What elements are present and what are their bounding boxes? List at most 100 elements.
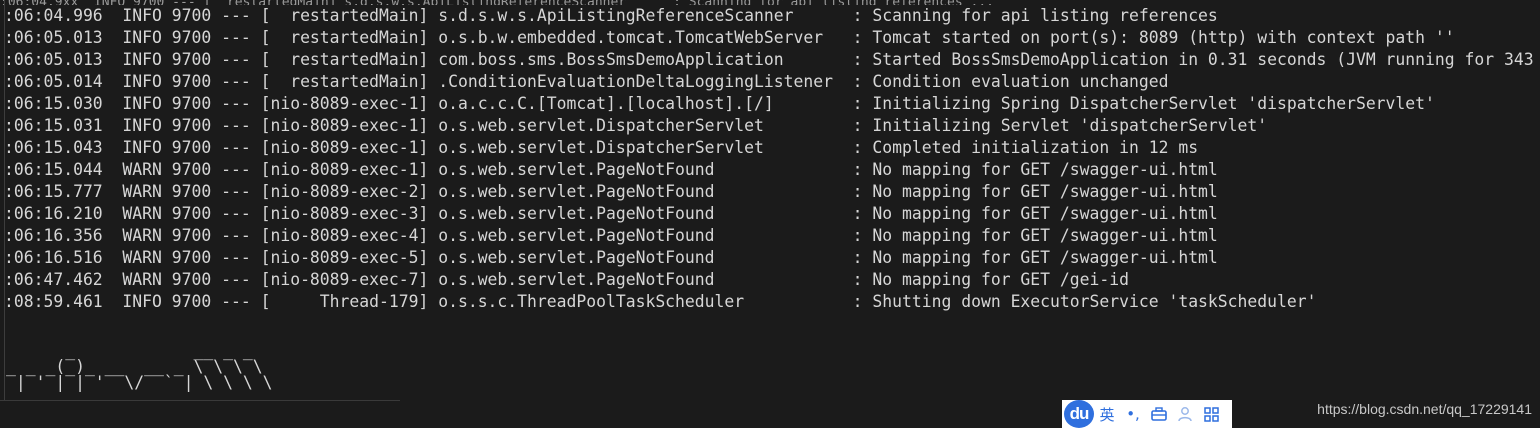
- log-message: : No mapping for GET /gei-id: [842, 270, 1129, 289]
- log-time: :06:15.044: [4, 160, 123, 179]
- baidu-ime-logo-icon[interactable]: du: [1064, 400, 1094, 428]
- log-line: :06:47.462 WARN 9700 --- [nio-8089-exec-…: [4, 269, 1534, 291]
- log-time: :06:15.777: [4, 182, 123, 201]
- status-strip: [0, 400, 1540, 428]
- log-pid: 9700: [171, 138, 222, 157]
- log-line: :08:59.461 INFO 9700 --- [ Thread-179] o…: [4, 291, 1534, 313]
- log-separator: ---: [221, 160, 261, 179]
- watermark-url: https://blog.csdn.net/qq_17229141: [1317, 401, 1532, 417]
- log-separator: ---: [221, 270, 261, 289]
- log-logger: o.s.web.servlet.DispatcherServlet: [438, 138, 843, 157]
- log-thread: [nio-8089-exec-2]: [260, 182, 439, 201]
- log-separator: ---: [221, 204, 261, 223]
- log-line: :06:15.031 INFO 9700 --- [nio-8089-exec-…: [4, 115, 1534, 137]
- log-logger: s.d.s.w.s.ApiListingReferenceScanner: [438, 6, 843, 25]
- log-logger: o.s.web.servlet.DispatcherServlet: [438, 116, 843, 135]
- log-time: :08:59.461: [4, 292, 123, 311]
- log-logger: o.s.s.c.ThreadPoolTaskScheduler: [438, 292, 843, 311]
- log-time: :06:15.031: [4, 116, 123, 135]
- log-level: WARN: [122, 182, 172, 201]
- log-thread: [nio-8089-exec-1]: [260, 94, 439, 113]
- log-line: :06:15.043 INFO 9700 --- [nio-8089-exec-…: [4, 137, 1534, 159]
- log-message: : Started BossSmsDemoApplication in 0.31…: [842, 50, 1534, 69]
- log-pid: 9700: [171, 116, 222, 135]
- log-line: :06:15.030 INFO 9700 --- [nio-8089-exec-…: [4, 93, 1534, 115]
- user-icon[interactable]: [1172, 406, 1198, 422]
- log-pid: 9700: [171, 204, 222, 223]
- log-line: :06:16.516 WARN 9700 --- [nio-8089-exec-…: [4, 247, 1534, 269]
- log-level: INFO: [122, 292, 172, 311]
- log-time: :06:05.014: [4, 72, 123, 91]
- log-separator: ---: [221, 138, 261, 157]
- log-logger: com.boss.sms.BossSmsDemoApplication: [438, 50, 843, 69]
- log-line: :06:05.013 INFO 9700 --- [ restartedMain…: [4, 49, 1534, 71]
- log-separator: ---: [221, 292, 261, 311]
- log-message: : Condition evaluation unchanged: [842, 72, 1169, 91]
- log-lines: :06:04.996 INFO 9700 --- [ restartedMain…: [4, 5, 1534, 313]
- log-time: :06:15.030: [4, 94, 123, 113]
- log-time: :06:05.013: [4, 28, 123, 47]
- log-thread: [nio-8089-exec-3]: [260, 204, 439, 223]
- console-output[interactable]: :06:04.9xx INFO 9700 --- [ restartedMain…: [0, 0, 1540, 428]
- ascii-banner: _ __ _ _ _ _ _(_)_ __ __ _ \ \ \ \ | ' |…: [6, 341, 273, 392]
- status-divider: [0, 400, 400, 401]
- log-thread: [nio-8089-exec-1]: [260, 138, 439, 157]
- log-separator: ---: [221, 94, 261, 113]
- log-level: WARN: [122, 226, 172, 245]
- log-line: :06:04.996 INFO 9700 --- [ restartedMain…: [4, 5, 1534, 27]
- ime-language-toggle[interactable]: 英: [1094, 404, 1120, 425]
- log-pid: 9700: [171, 50, 222, 69]
- log-time: :06:47.462: [4, 270, 123, 289]
- log-thread: [nio-8089-exec-7]: [260, 270, 439, 289]
- ime-punctuation-toggle[interactable]: •,: [1120, 405, 1146, 423]
- log-pid: 9700: [171, 226, 222, 245]
- log-separator: ---: [221, 28, 261, 47]
- log-thread: [ restartedMain]: [260, 6, 439, 25]
- log-separator: ---: [221, 6, 261, 25]
- log-thread: [nio-8089-exec-1]: [260, 116, 439, 135]
- log-separator: ---: [221, 72, 261, 91]
- log-message: : Scanning for api listing references: [842, 6, 1218, 25]
- log-pid: 9700: [171, 182, 222, 201]
- log-thread: [ restartedMain]: [260, 28, 439, 47]
- log-separator: ---: [221, 116, 261, 135]
- log-time: :06:04.996: [4, 6, 123, 25]
- log-level: INFO: [122, 50, 172, 69]
- log-thread: [nio-8089-exec-4]: [260, 226, 439, 245]
- log-line: :06:15.044 WARN 9700 --- [nio-8089-exec-…: [4, 159, 1534, 181]
- log-line: :06:05.014 INFO 9700 --- [ restartedMain…: [4, 71, 1534, 93]
- log-message: : No mapping for GET /swagger-ui.html: [842, 182, 1218, 201]
- log-thread: [ restartedMain]: [260, 72, 439, 91]
- log-level: WARN: [122, 160, 172, 179]
- log-message: : No mapping for GET /swagger-ui.html: [842, 248, 1218, 267]
- log-pid: 9700: [171, 248, 222, 267]
- log-message: : Initializing Servlet 'dispatcherServle…: [842, 116, 1268, 135]
- log-pid: 9700: [171, 28, 222, 47]
- log-message: : Completed initialization in 12 ms: [842, 138, 1199, 157]
- log-level: INFO: [122, 94, 172, 113]
- log-logger: o.s.web.servlet.PageNotFound: [438, 182, 843, 201]
- log-line: :06:05.013 INFO 9700 --- [ restartedMain…: [4, 27, 1534, 49]
- log-level: INFO: [122, 116, 172, 135]
- log-thread: [ restartedMain]: [260, 50, 439, 69]
- log-level: WARN: [122, 204, 172, 223]
- log-time: :06:16.356: [4, 226, 123, 245]
- grid-icon[interactable]: [1198, 406, 1224, 422]
- log-thread: [nio-8089-exec-1]: [260, 160, 439, 179]
- log-logger: o.s.b.w.embedded.tomcat.TomcatWebServer: [438, 28, 843, 47]
- log-message: : Shutting down ExecutorService 'taskSch…: [842, 292, 1317, 311]
- log-logger: o.s.web.servlet.PageNotFound: [438, 204, 843, 223]
- log-pid: 9700: [171, 270, 222, 289]
- log-time: :06:16.516: [4, 248, 123, 267]
- log-level: INFO: [122, 138, 172, 157]
- log-level: INFO: [122, 72, 172, 91]
- log-message: : No mapping for GET /swagger-ui.html: [842, 226, 1218, 245]
- log-line: :06:16.356 WARN 9700 --- [nio-8089-exec-…: [4, 225, 1534, 247]
- log-separator: ---: [221, 50, 261, 69]
- log-message: : No mapping for GET /swagger-ui.html: [842, 204, 1218, 223]
- toolbox-icon[interactable]: [1146, 407, 1172, 421]
- log-logger: .ConditionEvaluationDeltaLoggingListener: [438, 72, 843, 91]
- ime-toolbar[interactable]: du 英 •,: [1062, 400, 1232, 428]
- log-message: : Initializing Spring DispatcherServlet …: [842, 94, 1435, 113]
- log-level: WARN: [122, 270, 172, 289]
